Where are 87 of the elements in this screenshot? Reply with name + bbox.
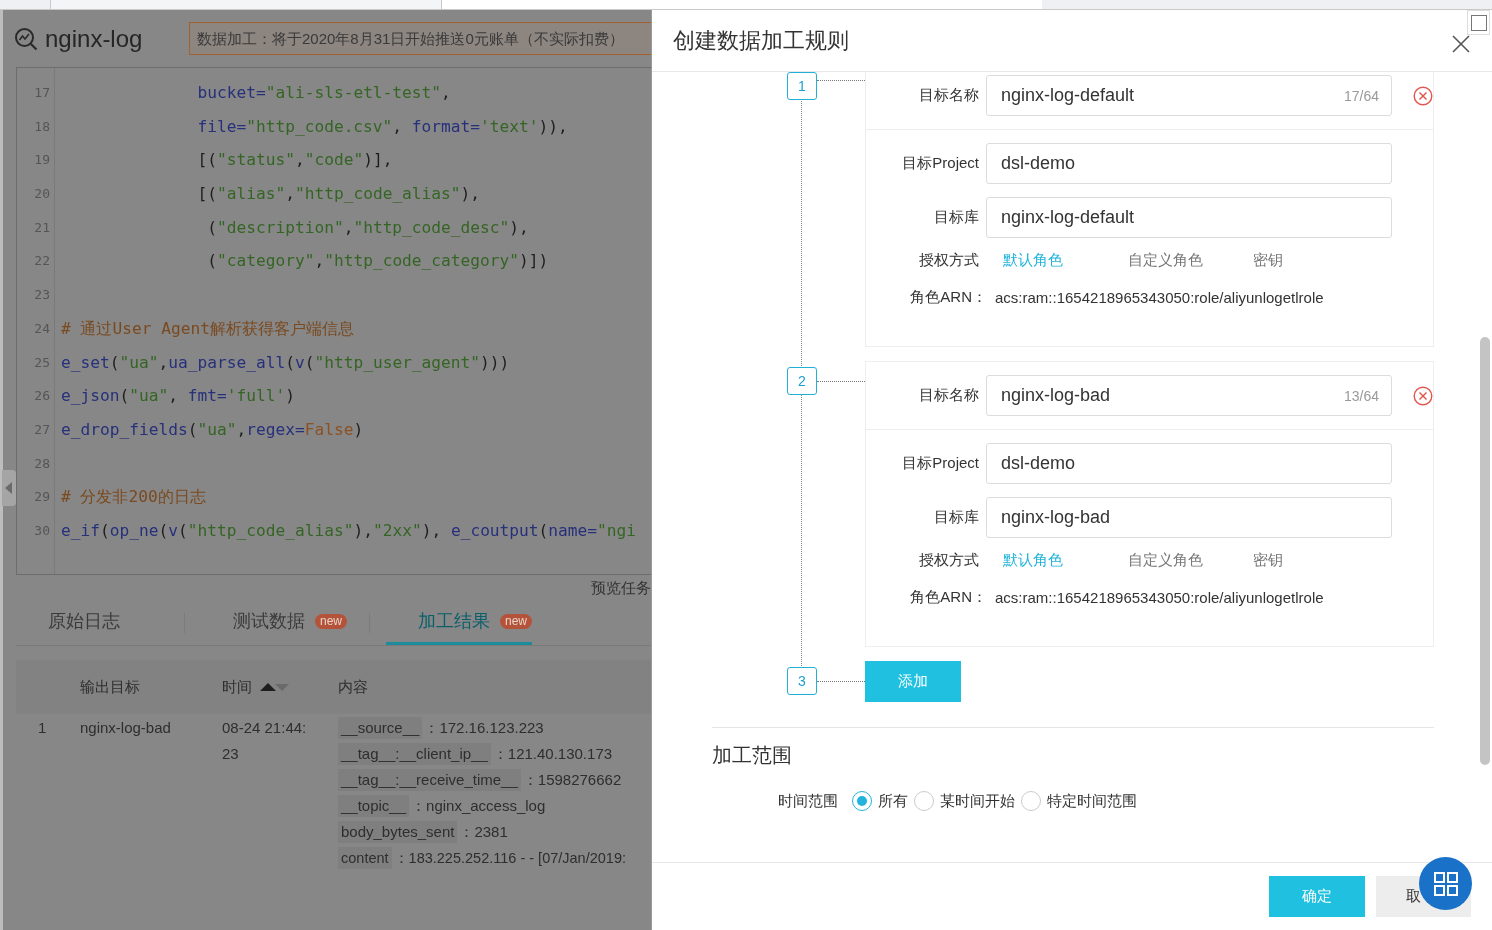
code-line: e_json("ua", fmt='full') xyxy=(61,385,296,408)
field-key: __tag__:__receive_time__ xyxy=(338,769,521,791)
sort-icon[interactable] xyxy=(260,681,290,693)
field-label: 角色ARN： xyxy=(909,587,987,607)
code-line: ("category","http_code_category")]) xyxy=(206,250,550,273)
field-label: 目标名称 xyxy=(918,386,979,405)
arn-value: acs:ram::1654218965343050:role/aliyunlogetlrole xyxy=(995,288,1324,306)
field-key: body_bytes_sent xyxy=(338,821,458,843)
notice-banner: 数据加工：将于2020年8月31日开始推送0元账单（不实际扣费） xyxy=(189,22,651,55)
radio-button[interactable] xyxy=(1021,791,1041,811)
field-value: ：nginx_access_log xyxy=(411,796,546,816)
preview-label: 预览任务 xyxy=(590,578,651,598)
code-line: bucket="ali-sls-etl-test", xyxy=(196,82,452,104)
new-badge: new xyxy=(500,613,532,629)
field-value: ：183.225.252.116 - - [07/Jan/2019: xyxy=(393,849,626,868)
scrollbar-thumb[interactable] xyxy=(1480,337,1490,765)
row-index: 1 xyxy=(37,718,48,738)
step-number: 3 xyxy=(787,667,817,695)
auth-option[interactable]: 自定义角色 xyxy=(1128,550,1229,570)
field-key: __source__ xyxy=(338,717,423,739)
field-key: __tag__:__client_ip__ xyxy=(338,743,491,765)
name-field[interactable]: nginx-log-bad 13/64 xyxy=(986,375,1392,416)
drawer-title: 创建数据加工规则 xyxy=(673,26,850,55)
field-label: 目标Project xyxy=(901,154,979,173)
project-field[interactable]: dsl-demo xyxy=(986,143,1392,184)
radio-option[interactable]: 所有 xyxy=(852,791,908,811)
column-header: 内容 xyxy=(338,677,368,697)
name-field[interactable]: nginx-log-default 17/64 xyxy=(986,75,1392,116)
logstore-field[interactable]: nginx-log-default xyxy=(986,197,1392,238)
auth-option[interactable]: 默认角色 xyxy=(1003,250,1104,270)
code-line: e_drop_fields("ua",regex=False) xyxy=(61,418,365,441)
step-number: 1 xyxy=(787,72,817,100)
char-counter: 13/64 xyxy=(1343,387,1379,404)
field-label: 目标Project xyxy=(901,454,979,473)
square-icon xyxy=(1470,14,1487,31)
caret-left-icon xyxy=(5,482,13,494)
auth-option[interactable]: 密钥 xyxy=(1253,550,1354,570)
floating-button[interactable] xyxy=(1419,857,1472,910)
field-key: __topic__ xyxy=(338,795,410,817)
section-title: 加工范围 xyxy=(712,743,793,767)
code-line: file="http_code.csv", format='text')), xyxy=(196,115,569,138)
code-line: e_if(op_ne(v("http_code_alias"),"2xx"), e_coutput(name="ngi xyxy=(61,519,637,542)
tab[interactable]: 测试数据 new xyxy=(201,600,353,645)
project-field[interactable]: dsl-demo xyxy=(986,443,1392,484)
radio-button[interactable] xyxy=(852,791,872,811)
logstore-field[interactable]: nginx-log-bad xyxy=(986,497,1392,538)
field-label: 授权方式 xyxy=(918,250,979,270)
remove-circle-icon[interactable] xyxy=(1413,85,1433,106)
remove-circle-icon[interactable] xyxy=(1413,385,1433,406)
code-line: # 通过User Agent解析获得客户端信息 xyxy=(61,317,355,340)
field-label: 时间范围 xyxy=(778,791,838,811)
field-label: 目标库 xyxy=(933,208,979,227)
code-line: # 分发非200的日志 xyxy=(61,486,207,509)
tab[interactable]: 原始日志 xyxy=(16,600,168,645)
arn-value: acs:ram::1654218965343050:role/aliyunlogetlrole xyxy=(995,588,1324,606)
tab[interactable]: 加工结果 new xyxy=(386,600,532,645)
column-header: 输出目标 xyxy=(80,677,140,697)
field-value: ：121.40.130.173 xyxy=(492,744,613,764)
code-line: e_set("ua",ua_parse_all(v("http_user_agent"))) xyxy=(61,351,511,374)
grid-icon xyxy=(1433,871,1458,896)
field-label: 目标库 xyxy=(933,508,979,527)
app-title: nginx-log xyxy=(45,24,144,53)
field-key: content xyxy=(338,847,392,869)
field-value: ：1598276662 xyxy=(522,770,622,790)
code-line: [("status","code")], xyxy=(196,149,394,172)
auth-option[interactable]: 自定义角色 xyxy=(1128,250,1229,270)
auth-option[interactable]: 默认角色 xyxy=(1003,550,1104,570)
code-line: [("alias","http_code_alias"), xyxy=(196,183,482,206)
field-label: 目标名称 xyxy=(918,86,979,105)
collapse-handle[interactable] xyxy=(2,470,16,506)
field-value: ：172.16.123.223 xyxy=(424,718,544,738)
field-label: 授权方式 xyxy=(918,550,979,570)
table-cell-text: nginx-log-bad xyxy=(80,718,172,738)
code-line: ("description","http_code_desc"), xyxy=(206,216,530,239)
window-toggle[interactable] xyxy=(1467,10,1490,35)
field-label: 角色ARN： xyxy=(909,287,987,307)
new-badge: new xyxy=(315,613,347,629)
auth-option[interactable]: 密钥 xyxy=(1253,250,1354,270)
radio-button[interactable] xyxy=(914,791,934,811)
field-value: ：2381 xyxy=(459,822,508,842)
column-header: 时间 xyxy=(222,677,252,697)
radio-option[interactable]: 特定时间范围 xyxy=(1021,791,1137,811)
char-counter: 17/64 xyxy=(1343,87,1379,104)
radio-option[interactable]: 某时间开始 xyxy=(914,791,1015,811)
step-number: 2 xyxy=(787,367,817,395)
search-chart-icon xyxy=(14,26,38,51)
table-cell-text: 08-24 21:44:23 xyxy=(222,718,308,764)
